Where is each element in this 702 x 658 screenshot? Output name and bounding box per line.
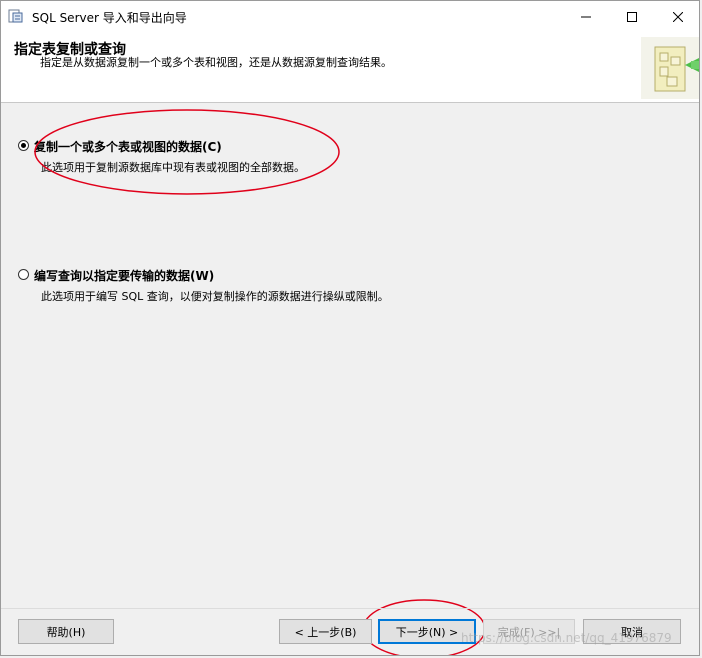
close-icon	[673, 11, 683, 22]
wizard-window: SQL Server 导入和导出向导 指定表复制或查询 指定是从数据源复制一个或…	[0, 0, 700, 656]
maximize-button[interactable]	[609, 1, 655, 32]
page-description: 指定是从数据源复制一个或多个表和视图，还是从数据源复制查询结果。	[40, 56, 392, 69]
write-query-radio[interactable]	[18, 269, 29, 280]
write-query-description: 此选项用于编写 SQL 查询，以便对复制操作的源数据进行操纵或限制。	[41, 290, 389, 303]
app-icon	[8, 8, 24, 24]
copy-tables-label[interactable]: 复制一个或多个表或视图的数据(C)	[34, 138, 222, 155]
help-button[interactable]: 帮助(H)	[18, 619, 114, 644]
copy-tables-description: 此选项用于复制源数据库中现有表或视图的全部数据。	[41, 161, 305, 174]
wizard-banner-icon	[641, 37, 699, 99]
close-button[interactable]	[655, 1, 699, 32]
copy-tables-radio[interactable]	[18, 140, 29, 151]
write-query-label[interactable]: 编写查询以指定要传输的数据(W)	[34, 267, 214, 284]
watermark: https://blog.csdn.net/qq_41976879	[461, 631, 672, 645]
window-title: SQL Server 导入和导出向导	[32, 11, 187, 25]
back-button[interactable]: < 上一步(B)	[279, 619, 372, 644]
minimize-icon	[581, 16, 591, 17]
title-bar[interactable]: SQL Server 导入和导出向导	[1, 1, 699, 32]
minimize-button[interactable]	[563, 1, 609, 32]
footer-divider	[1, 608, 699, 609]
maximize-icon	[627, 11, 637, 22]
wizard-header: 指定表复制或查询 指定是从数据源复制一个或多个表和视图，还是从数据源复制查询结果…	[1, 32, 699, 103]
radio-selected-dot	[21, 143, 26, 148]
